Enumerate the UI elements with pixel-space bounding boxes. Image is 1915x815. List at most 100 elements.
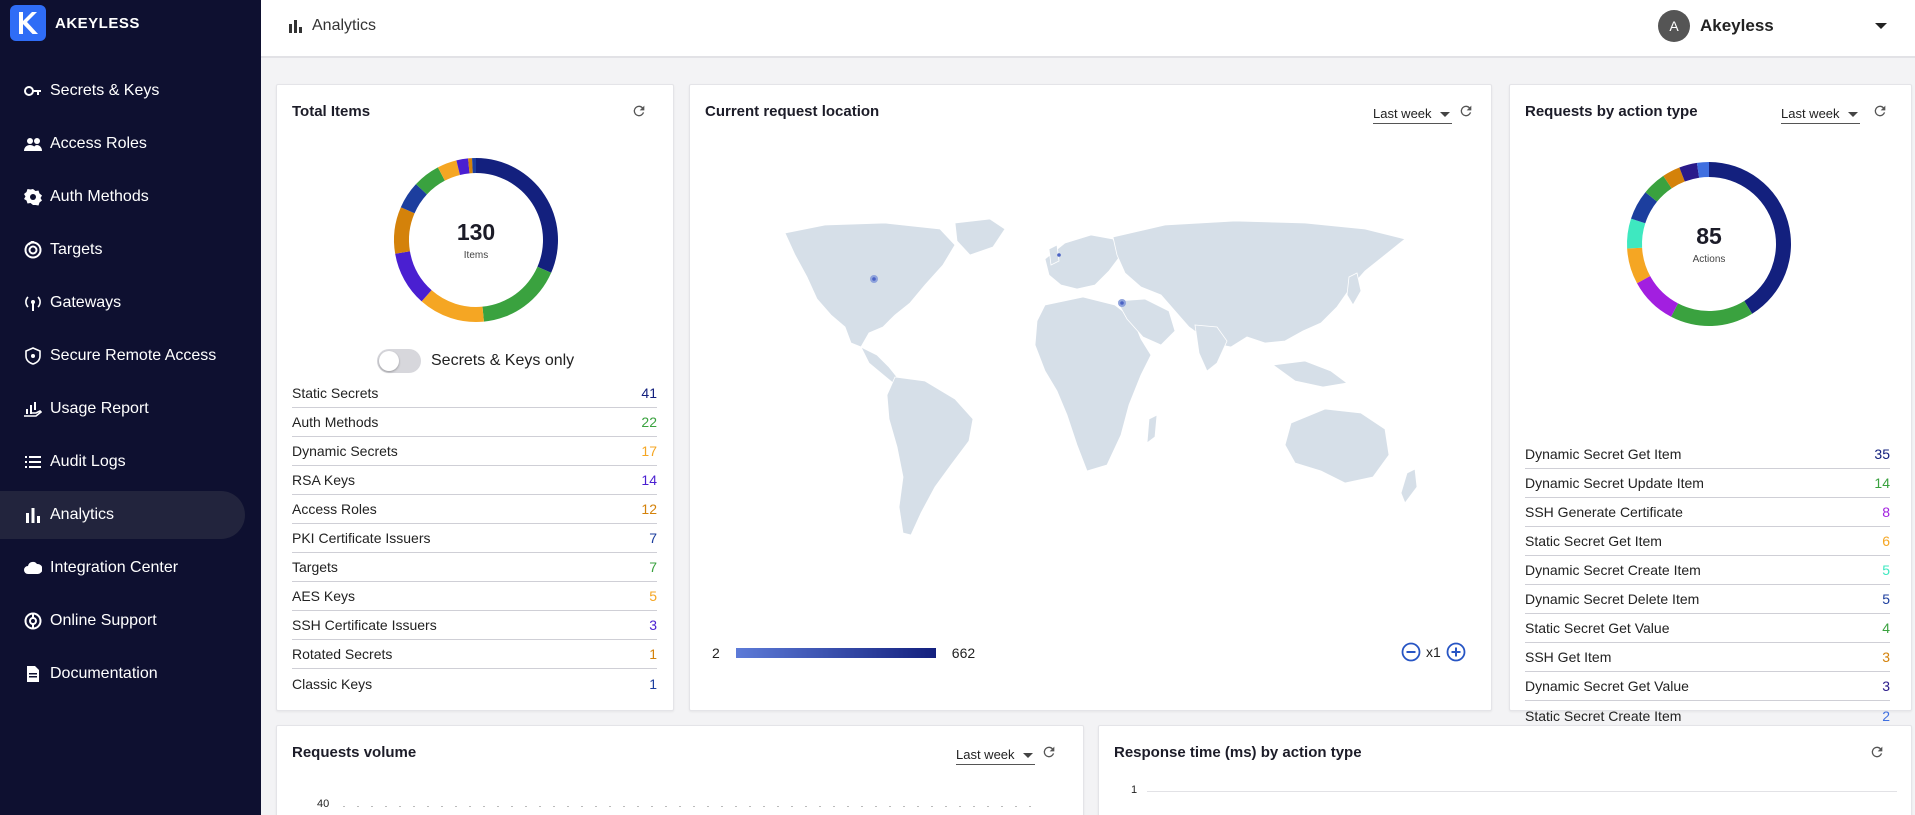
list-item-label: Auth Methods: [292, 414, 379, 430]
list-item-label: Dynamic Secret Delete Item: [1525, 591, 1700, 607]
legend-min: 2: [712, 645, 720, 661]
brand[interactable]: AKEYLESS: [10, 5, 140, 41]
response-gridline: [1147, 791, 1897, 792]
refresh-icon[interactable]: [1041, 744, 1057, 760]
total-items-count-label: Items: [463, 250, 489, 261]
shield-icon: [24, 347, 42, 365]
list-item-value: 12: [641, 501, 657, 517]
world-map[interactable]: [765, 215, 1485, 575]
refresh-icon[interactable]: [1458, 103, 1474, 119]
sidebar-item-usage-report[interactable]: Usage Report: [0, 385, 245, 433]
list-item-label: SSH Get Item: [1525, 649, 1612, 665]
list-item-label: SSH Certificate Issuers: [292, 617, 437, 633]
list-item: Static Secret Get Value 4: [1525, 614, 1890, 643]
list-item-label: Static Secret Get Value: [1525, 620, 1670, 636]
volume-range-select[interactable]: Last week: [956, 747, 1035, 765]
action-type-range-select[interactable]: Last week: [1781, 106, 1860, 124]
list-item: SSH Generate Certificate 8: [1525, 498, 1890, 527]
sidebar-item-label: Integration Center: [50, 559, 179, 576]
bar-chart-icon: [289, 20, 302, 33]
sidebar-nav: Secrets & Keys Access Roles Auth Methods Ta…: [0, 67, 261, 703]
total-items-card: Total Items 130 Items Secrets & Keys onl…: [276, 84, 674, 711]
action-count-label: Actions: [1692, 254, 1726, 265]
list-item-label: Access Roles: [292, 501, 377, 517]
sidebar-item-label: Documentation: [50, 665, 158, 682]
response-y-tick: 1: [1131, 784, 1138, 796]
request-location-title: Current request location: [705, 103, 880, 120]
zoom-level: x1: [1426, 644, 1441, 660]
location-range-select[interactable]: Last week: [1373, 106, 1452, 124]
brand-name: AKEYLESS: [55, 14, 140, 32]
list-item-value: 35: [1874, 446, 1890, 462]
requests-volume-card: Requests volume Last week 40: [276, 725, 1084, 815]
list-item-label: Dynamic Secret Update Item: [1525, 475, 1704, 491]
list-item: Dynamic Secret Delete Item 5: [1525, 585, 1890, 614]
zoom-out-icon[interactable]: [1401, 642, 1421, 662]
sidebar-item-label: Online Support: [50, 612, 157, 629]
list-item-value: 5: [649, 588, 657, 604]
list-item-label: Static Secrets: [292, 385, 379, 401]
volume-gridline: [343, 806, 1043, 807]
secrets-keys-only-toggle-row: Secrets & Keys only: [377, 349, 574, 373]
list-item-label: Dynamic Secrets: [292, 443, 398, 459]
sidebar-item-integration-center[interactable]: Integration Center: [0, 544, 245, 592]
map-marker-europe[interactable]: [1057, 253, 1061, 257]
sidebar-item-label: Audit Logs: [50, 453, 126, 470]
list-icon: [24, 453, 42, 471]
map-legend: 2 662: [712, 645, 975, 661]
request-location-card: Current request location Last week 2 662…: [689, 84, 1492, 711]
action-type-donut: 85 Actions: [1618, 153, 1800, 335]
legend-max: 662: [951, 645, 976, 661]
list-item-label: Dynamic Secret Get Item: [1525, 446, 1682, 462]
page-title-text: Analytics: [312, 17, 377, 34]
list-item-value: 5: [1882, 562, 1890, 578]
refresh-icon[interactable]: [631, 103, 647, 119]
list-item-value: 7: [649, 530, 657, 546]
list-item-value: 2: [1882, 707, 1890, 724]
user-name: Akeyless: [1700, 16, 1774, 35]
zoom-in-icon[interactable]: [1446, 642, 1466, 662]
sidebar-item-access-roles[interactable]: Access Roles: [0, 120, 245, 168]
secrets-keys-only-toggle[interactable]: [377, 349, 421, 373]
sidebar-item-label: Secure Remote Access: [50, 347, 217, 364]
sidebar-item-gateways[interactable]: Gateways: [0, 279, 245, 327]
refresh-icon[interactable]: [1872, 103, 1888, 119]
list-item: Dynamic Secrets 17: [292, 437, 657, 466]
sidebar-item-secrets-keys[interactable]: Secrets & Keys: [0, 67, 245, 115]
sidebar-item-secure-remote-access[interactable]: Secure Remote Access: [0, 332, 245, 380]
action-type-title: Requests by action type: [1525, 103, 1698, 120]
sidebar-item-audit-logs[interactable]: Audit Logs: [0, 438, 245, 486]
user-menu[interactable]: A Akeyless: [1658, 10, 1887, 42]
sidebar-item-label: Access Roles: [50, 135, 147, 152]
total-items-list: Static Secrets 41 Auth Methods 22 Dynamic Se…: [292, 379, 657, 698]
sidebar-item-label: Usage Report: [50, 400, 149, 417]
list-item: Targets 7: [292, 553, 657, 582]
sidebar-item-online-support[interactable]: Online Support: [0, 597, 245, 645]
sidebar-item-label: Gateways: [50, 294, 122, 311]
list-item-value: 17: [641, 443, 657, 459]
sidebar-item-targets[interactable]: Targets: [0, 226, 245, 274]
support-icon: [24, 612, 42, 630]
list-item: Dynamic Secret Update Item 14: [1525, 469, 1890, 498]
sidebar-item-documentation[interactable]: Documentation: [0, 650, 245, 698]
legend-gradient-bar: [735, 648, 936, 658]
chevron-down-icon[interactable]: [1875, 23, 1887, 29]
requests-volume-title: Requests volume: [292, 744, 417, 761]
total-items-donut: 130 Items: [385, 149, 567, 331]
sidebar-item-auth-methods[interactable]: Auth Methods: [0, 173, 245, 221]
refresh-icon[interactable]: [1869, 744, 1885, 760]
list-item: Rotated Secrets 1: [292, 640, 657, 669]
list-item-value: 22: [641, 414, 657, 430]
action-type-list: Dynamic Secret Get Item 35 Dynamic Secret …: [1525, 440, 1890, 730]
sidebar-item-analytics[interactable]: Analytics: [0, 491, 245, 539]
list-item: AES Keys 5: [292, 582, 657, 611]
cloud-icon: [24, 559, 42, 577]
sidebar: AKEYLESS Secrets & Keys Access Roles Auth …: [0, 0, 261, 815]
list-item: Dynamic Secret Create Item 5: [1525, 556, 1890, 585]
list-item-value: 41: [641, 385, 657, 401]
total-items-title: Total Items: [292, 103, 371, 120]
list-item: Dynamic Secret Get Item 35: [1525, 440, 1890, 469]
response-time-title: Response time (ms) by action type: [1114, 744, 1362, 761]
target-icon: [24, 241, 42, 259]
list-item-value: 8: [1882, 504, 1890, 520]
